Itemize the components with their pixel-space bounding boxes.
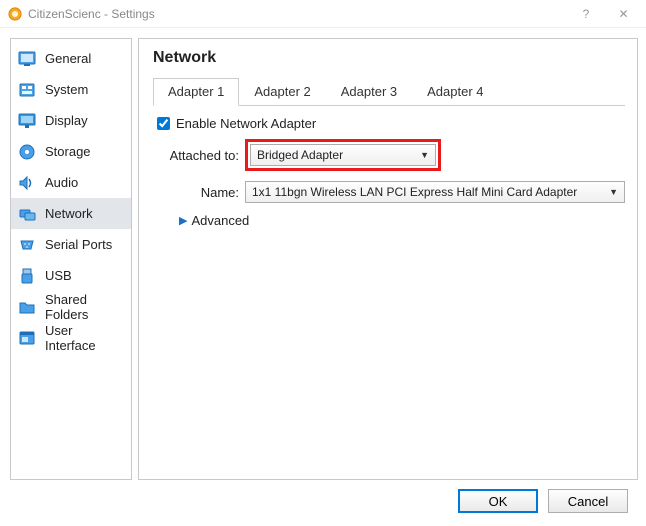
shared-folders-icon (17, 297, 37, 317)
attached-to-highlight: Bridged Adapter ▼ (245, 139, 441, 171)
sidebar-item-userinterface[interactable]: User Interface (11, 322, 131, 353)
attached-to-label: Attached to: (153, 148, 245, 163)
sidebar-item-label: Serial Ports (45, 237, 112, 252)
sidebar-item-usb[interactable]: USB (11, 260, 131, 291)
cancel-button[interactable]: Cancel (548, 489, 628, 513)
name-dropdown[interactable]: 1x1 11bgn Wireless LAN PCI Express Half … (245, 181, 625, 203)
sidebar-item-label: Audio (45, 175, 78, 190)
enable-adapter-label: Enable Network Adapter (176, 116, 316, 131)
enable-adapter-checkbox[interactable] (157, 117, 170, 130)
close-button[interactable]: ✕ (601, 0, 646, 28)
sidebar-item-display[interactable]: Display (11, 105, 131, 136)
attached-to-dropdown[interactable]: Bridged Adapter ▼ (250, 144, 436, 166)
sidebar-item-label: Shared Folders (45, 292, 125, 322)
enable-adapter-row[interactable]: Enable Network Adapter (157, 116, 625, 131)
tab-adapter-1[interactable]: Adapter 1 (153, 78, 239, 106)
usb-icon (17, 266, 37, 286)
section-title: Network (153, 49, 625, 67)
sidebar-item-sharedfolders[interactable]: Shared Folders (11, 291, 131, 322)
sidebar-item-network[interactable]: Network (11, 198, 131, 229)
sidebar-item-storage[interactable]: Storage (11, 136, 131, 167)
sidebar-item-general[interactable]: General (11, 43, 131, 74)
sidebar-item-label: General (45, 51, 91, 66)
advanced-label: Advanced (191, 213, 249, 228)
sidebar-item-serialports[interactable]: Serial Ports (11, 229, 131, 260)
user-interface-icon (17, 328, 37, 348)
general-icon (17, 49, 37, 69)
attached-to-value: Bridged Adapter (257, 148, 343, 162)
tab-adapter-4[interactable]: Adapter 4 (412, 78, 498, 106)
display-icon (17, 111, 37, 131)
main-panel: Network Adapter 1 Adapter 2 Adapter 3 Ad… (138, 38, 638, 480)
ok-button[interactable]: OK (458, 489, 538, 513)
sidebar-item-system[interactable]: System (11, 74, 131, 105)
name-value: 1x1 11bgn Wireless LAN PCI Express Half … (252, 185, 577, 199)
sidebar-item-label: Network (45, 206, 93, 221)
adapter-tabs: Adapter 1 Adapter 2 Adapter 3 Adapter 4 (153, 77, 625, 106)
advanced-toggle[interactable]: ▶ Advanced (179, 213, 625, 228)
settings-sidebar: General System Display Storage Audio Net… (10, 38, 132, 480)
chevron-right-icon: ▶ (179, 214, 187, 227)
tab-adapter-2[interactable]: Adapter 2 (239, 78, 325, 106)
sidebar-item-label: Storage (45, 144, 91, 159)
caret-down-icon: ▼ (420, 150, 429, 160)
caret-down-icon: ▼ (609, 187, 618, 197)
storage-icon (17, 142, 37, 162)
sidebar-item-label: System (45, 82, 88, 97)
audio-icon (17, 173, 37, 193)
sidebar-item-label: Display (45, 113, 88, 128)
sidebar-item-label: User Interface (45, 323, 125, 353)
dialog-footer: OK Cancel (0, 480, 646, 522)
sidebar-item-label: USB (45, 268, 72, 283)
tab-adapter-3[interactable]: Adapter 3 (326, 78, 412, 106)
titlebar: CitizenScienc - Settings ? ✕ (0, 0, 646, 28)
window-title: CitizenScienc - Settings (28, 7, 155, 21)
system-icon (17, 80, 37, 100)
sidebar-item-audio[interactable]: Audio (11, 167, 131, 198)
name-label: Name: (153, 185, 245, 200)
app-icon (8, 7, 22, 21)
serial-ports-icon (17, 235, 37, 255)
network-icon (17, 204, 37, 224)
help-button[interactable]: ? (571, 0, 601, 28)
